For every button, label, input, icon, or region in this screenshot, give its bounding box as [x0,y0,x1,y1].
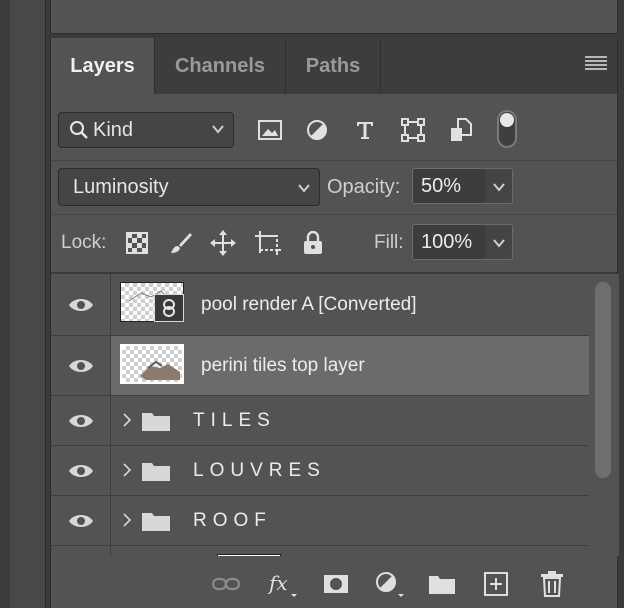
kind-filter-label: Kind [93,118,134,141]
visibility-toggle[interactable] [51,446,111,495]
type-filter-icon[interactable] [351,116,379,144]
lock-image-pixels-icon[interactable] [168,230,194,256]
blend-mode-select[interactable]: Luminosity [58,168,320,206]
lock-artboard-icon[interactable] [255,230,281,256]
layers-panel: Layers Channels Paths Kind Luminosity Op… [50,38,619,608]
eye-icon [68,359,93,372]
visibility-toggle[interactable] [51,336,111,395]
layer-row[interactable]: pool render A [Converted] [51,274,589,336]
layer-mask-icon[interactable] [321,570,351,598]
folder-icon [142,463,170,481]
tab-paths[interactable]: Paths [286,38,381,94]
visibility-toggle[interactable] [51,274,111,335]
image-filter-icon[interactable] [256,116,284,144]
fill-label: Fill: [374,232,404,253]
layer-name: perini tiles top layer [201,355,365,376]
layer-thumbnail [120,344,184,384]
layer-thumbnail [217,554,281,556]
link-layers-icon[interactable] [211,570,241,598]
eye-icon [68,514,93,527]
chevron-down-icon [212,125,224,134]
chevron-right-icon[interactable] [122,513,132,527]
fill-input[interactable]: 100% [412,224,486,260]
chevron-down-icon [493,239,505,248]
fx-icon[interactable]: fx [267,570,297,598]
eye-icon [68,298,93,311]
visibility-toggle[interactable] [51,396,111,445]
upper-panel [50,0,618,34]
chevron-down-icon [298,184,310,193]
panel-menu-icon[interactable] [585,56,607,76]
group-name: TILES [193,410,276,431]
shape-filter-icon[interactable] [399,116,427,144]
blend-row: Luminosity Opacity: 50% [51,166,617,206]
layer-row-selected[interactable]: perini tiles top layer [51,336,589,396]
adjustment-layer-icon[interactable] [374,570,404,598]
group-row[interactable]: TILES [51,396,589,446]
layers-footer: fx [51,560,617,608]
new-layer-icon[interactable] [481,570,511,598]
visibility-cell [51,546,111,556]
kind-filter-select[interactable]: Kind [58,112,234,148]
eye-icon [68,464,93,477]
tab-channels[interactable]: Channels [155,38,286,94]
chevron-down-icon [493,183,505,192]
eye-icon [68,414,93,427]
opacity-dropdown[interactable] [485,168,513,204]
opacity-label: Opacity: [327,176,401,198]
group-row[interactable]: ROOF [51,496,589,546]
layer-row-partial[interactable] [51,546,589,556]
layers-list: pool render A [Converted] perini tiles t… [51,274,589,556]
group-name: ROOF [193,510,272,531]
search-icon [70,121,88,139]
tab-layers[interactable]: Layers [51,38,155,94]
lock-position-icon[interactable] [210,230,236,256]
panel-tabbar: Layers Channels Paths [51,38,617,94]
group-name: LOUVRES [193,460,326,481]
delete-layer-icon[interactable] [537,570,567,598]
adjustment-filter-icon[interactable] [303,116,331,144]
fill-dropdown[interactable] [485,224,513,260]
svg-text:fx: fx [267,571,288,595]
group-row[interactable]: LOUVRES [51,446,589,496]
layer-name: pool render A [Converted] [201,294,417,315]
filter-row: Kind [51,106,617,154]
folder-icon [142,413,170,431]
smart-object-badge-icon [154,294,184,322]
left-dock [0,0,46,608]
lock-transparent-pixels-icon[interactable] [124,230,150,256]
folder-icon [142,513,170,531]
smart-object-filter-icon[interactable] [447,116,475,144]
opacity-input[interactable]: 50% [412,168,486,204]
chevron-right-icon[interactable] [122,413,132,427]
chevron-right-icon[interactable] [122,463,132,477]
layer-thumbnail [120,282,184,322]
blend-mode-value: Luminosity [73,175,169,198]
visibility-toggle[interactable] [51,496,111,545]
scrollbar-thumb[interactable] [595,282,611,478]
lock-label: Lock: [61,232,107,253]
lock-all-icon[interactable] [300,230,326,256]
lock-row: Lock: Fill: 100% [51,220,617,264]
filter-toggle[interactable] [497,110,517,148]
new-group-icon[interactable] [427,570,457,598]
